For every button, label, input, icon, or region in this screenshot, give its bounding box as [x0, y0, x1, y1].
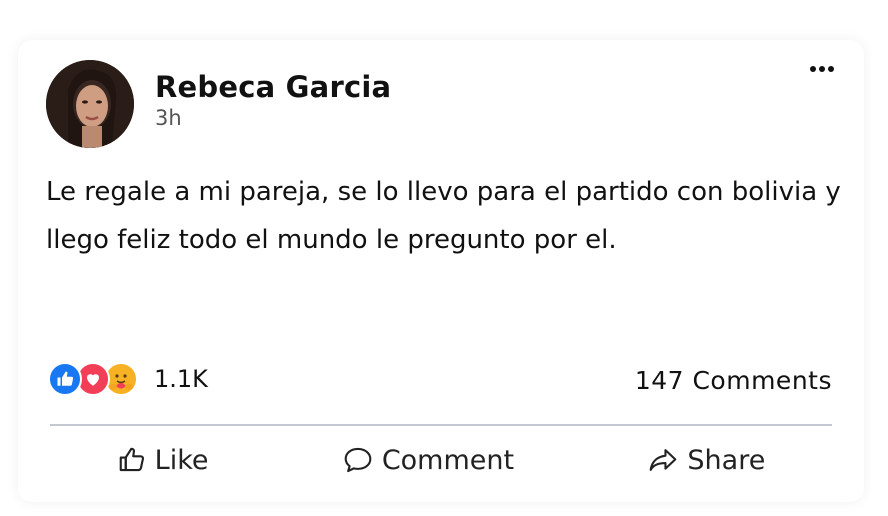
action-bar: Like Comment Share — [50, 438, 832, 482]
post-card: Rebeca Garcia 3h Le regale a mi pareja, … — [18, 40, 864, 502]
post-timestamp[interactable]: 3h — [155, 106, 182, 130]
more-options-icon[interactable] — [810, 66, 834, 72]
reactions-count: 1.1K — [154, 365, 208, 393]
divider — [50, 424, 832, 426]
like-label: Like — [154, 444, 209, 476]
avatar[interactable] — [46, 60, 134, 148]
post-text: Le regale a mi pareja, se lo llevo para … — [46, 177, 841, 255]
comment-label: Comment — [381, 444, 515, 476]
like-button[interactable]: Like — [117, 445, 209, 476]
share-arrow-icon — [650, 449, 677, 471]
share-button[interactable]: Share — [647, 445, 765, 476]
like-reaction-icon — [48, 362, 82, 396]
comment-button[interactable]: Comment — [342, 445, 514, 476]
comment-bubble-icon — [344, 447, 372, 473]
share-label: Share — [687, 444, 766, 476]
reactions-summary[interactable]: 1.1K — [48, 362, 208, 396]
author-name[interactable]: Rebeca Garcia — [155, 70, 391, 104]
comments-count[interactable]: 147 Comments — [635, 366, 832, 395]
thumbs-up-icon — [119, 447, 144, 472]
